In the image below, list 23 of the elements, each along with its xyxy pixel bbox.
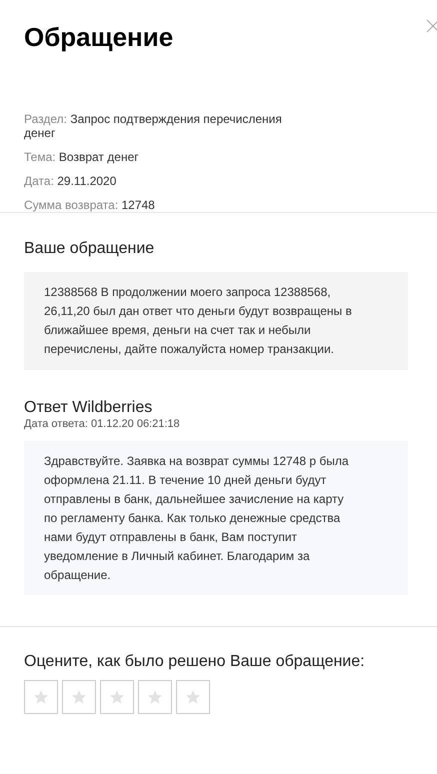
section-heading: Ответ Wildberries xyxy=(24,398,154,418)
star-button[interactable] xyxy=(24,680,58,714)
star-icon xyxy=(33,689,49,705)
dialog-title: Обращение xyxy=(24,22,174,52)
detail-line: Дата: 29.11.2020 xyxy=(24,174,118,188)
request-message: 12388568 В продолжении моего запроса 12388568, 26,11,20 был дан ответ что деньги будут возвращены в ближайшее время, деньги на счет так и небыли перечислены, дайте пожалуйста номер транзакции. xyxy=(24,272,408,370)
star-button[interactable] xyxy=(176,680,210,714)
star-icon xyxy=(109,689,125,705)
answer-message: Здравствуйте. Заявка на возврат суммы 12748 р была оформлена 21.11. В течение 10 дней деньги будут отправлены в банк, дальнейшее зачисление на карту по регламенту банка. Как только денежные средства нами будут отправлены в банк, Вам поступит уведомление в Личный кабинет. Благодарим за обращение. xyxy=(24,441,408,595)
star-rating[interactable] xyxy=(24,680,210,714)
star-button[interactable] xyxy=(100,680,134,714)
star-icon xyxy=(147,689,163,705)
star-button[interactable] xyxy=(62,680,96,714)
rating-prompt: Оцените, как было решено Ваше обращение: xyxy=(24,652,366,672)
star-icon xyxy=(71,689,87,705)
close-icon[interactable] xyxy=(425,18,437,34)
section-heading: Ваше обращение xyxy=(24,239,156,259)
detail-line: Раздел: Запрос подтверждения перечисления денег xyxy=(24,112,283,140)
detail-line: Сумма возврата: 12748 xyxy=(24,198,156,212)
detail-line: Тема: Возврат денег xyxy=(24,150,140,164)
star-icon xyxy=(185,689,201,705)
star-button[interactable] xyxy=(138,680,172,714)
answer-date: Дата ответа: 01.12.20 06:21:18 xyxy=(24,418,181,430)
